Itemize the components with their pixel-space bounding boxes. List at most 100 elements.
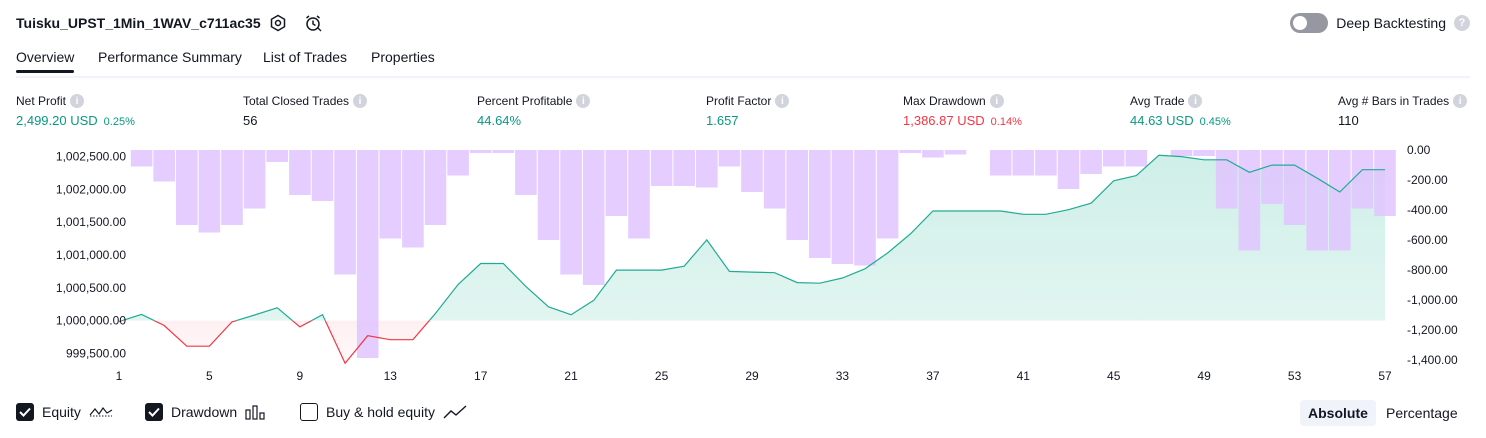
drawdown-bar	[922, 150, 944, 158]
left-axis-tick: 1,001,500.00	[56, 215, 126, 229]
drawdown-bar	[447, 150, 469, 176]
drawdown-bar	[153, 150, 175, 182]
drawdown-bar	[469, 150, 492, 153]
metric-value: 2,499.20 USD	[16, 113, 98, 128]
drawdown-bar	[311, 150, 334, 201]
drawdown-bar	[673, 150, 695, 186]
buy-hold-label: Buy & hold equity	[326, 404, 435, 420]
deep-backtesting-label: Deep Backtesting	[1336, 15, 1446, 31]
metric-total-closed-trades: Total Closed Trades i 56	[243, 94, 368, 128]
bar-chart-icon	[245, 405, 265, 420]
info-icon[interactable]: i	[353, 94, 368, 108]
metric-value: 44.64%	[477, 113, 522, 128]
drawdown-bar	[130, 150, 153, 167]
drawdown-bar	[1283, 150, 1306, 225]
x-axis-tick: 33	[836, 369, 850, 383]
metric-label: Max Drawdown	[903, 94, 986, 108]
right-axis-tick: -1,000.00	[1407, 293, 1458, 307]
metric-avg-bars-in-trades: Avg # Bars in Trades i 110	[1338, 94, 1468, 128]
drawdown-bar	[650, 150, 673, 186]
legend-equity[interactable]: Equity	[16, 403, 113, 421]
x-axis-tick: 41	[1017, 369, 1031, 383]
gear-icon[interactable]	[268, 13, 288, 33]
equity-chart[interactable]: 1,002,500.00 1,002,000.00 1,001,500.00 1,00…	[0, 140, 1486, 395]
x-axis-tick: 13	[384, 369, 398, 383]
tab-properties[interactable]: Properties	[371, 49, 435, 65]
drawdown-bar	[763, 150, 786, 209]
alarm-clock-icon[interactable]	[303, 13, 323, 33]
drawdown-bar	[876, 150, 899, 239]
left-axis-tick: 1,001,000.00	[56, 248, 126, 262]
info-icon[interactable]: i	[1188, 94, 1203, 108]
drawdown-bar	[1374, 150, 1396, 216]
strategy-title: Tuisku_UPST_1Min_1WAV_c711ac35	[16, 15, 261, 31]
drawdown-bar	[786, 150, 808, 240]
drawdown-bar	[402, 150, 424, 248]
drawdown-bar	[515, 150, 537, 195]
metric-profit-factor: Profit Factor i 1.657	[706, 94, 790, 128]
drawdown-bar	[243, 150, 266, 209]
right-axis-tick: -200.00	[1407, 173, 1448, 187]
metric-avg-trade: Avg Trade i 44.63 USD 0.45%	[1130, 94, 1231, 128]
absolute-button[interactable]: Absolute	[1300, 400, 1376, 426]
drawdown-bar	[831, 150, 854, 264]
drawdown-bar	[1012, 150, 1035, 176]
equity-checkbox[interactable]	[16, 403, 34, 421]
metric-percent: 0.45%	[1199, 116, 1231, 128]
drawdown-bar	[809, 150, 831, 258]
top-bar: Tuisku_UPST_1Min_1WAV_c711ac35 Deep Back…	[0, 0, 1486, 46]
deep-backtesting-toggle[interactable]	[1290, 13, 1329, 33]
info-icon[interactable]: i	[989, 94, 1004, 108]
metric-value: 1,386.87 USD	[903, 113, 985, 128]
metric-value: 56	[243, 113, 258, 128]
right-axis-tick: -800.00	[1407, 263, 1448, 277]
metric-label: Percent Profitable	[477, 94, 573, 108]
drawdown-bar	[560, 150, 582, 275]
metric-label: Avg # Bars in Trades	[1338, 94, 1450, 108]
drawdown-bar	[334, 150, 356, 275]
legend-drawdown[interactable]: Drawdown	[145, 403, 267, 421]
trend-line-icon	[443, 405, 467, 419]
right-axis-tick: -400.00	[1407, 203, 1448, 217]
equity-line-icon	[89, 406, 113, 417]
metric-percent: 0.25%	[103, 116, 135, 128]
percentage-button[interactable]: Percentage	[1378, 400, 1466, 426]
tab-bar: Overview Performance Summary List of Tra…	[16, 46, 1470, 78]
metric-value: 44.63 USD	[1130, 113, 1194, 128]
drawdown-bar	[198, 150, 221, 233]
x-axis-tick: 5	[206, 369, 213, 383]
drawdown-bar	[1057, 150, 1080, 189]
legend-buy-hold[interactable]: Buy & hold equity	[300, 403, 467, 421]
info-icon[interactable]: i	[1453, 94, 1468, 108]
right-axis-tick: 0.00	[1407, 143, 1431, 157]
drawdown-bar	[605, 150, 628, 216]
drawdown-bar	[989, 150, 1012, 176]
tab-overview[interactable]: Overview	[16, 49, 74, 65]
x-axis-tick: 25	[655, 369, 669, 383]
drawdown-bar	[944, 150, 967, 155]
buy-hold-checkbox[interactable]	[300, 403, 318, 421]
drawdown-bar	[1215, 150, 1238, 209]
question-icon[interactable]: ?	[1454, 15, 1470, 31]
tab-performance-summary[interactable]: Performance Summary	[98, 49, 242, 65]
drawdown-bar	[356, 150, 379, 358]
info-icon[interactable]: i	[775, 94, 790, 108]
info-icon[interactable]: i	[70, 94, 85, 108]
x-axis-tick: 49	[1197, 369, 1211, 383]
drawdown-bar	[718, 150, 741, 167]
drawdown-bar	[289, 150, 311, 195]
drawdown-bar	[537, 150, 560, 240]
left-axis-tick: 1,000,500.00	[56, 281, 126, 295]
x-axis-tick: 9	[297, 369, 304, 383]
drawdown-bar	[1102, 150, 1125, 167]
drawdown-bar	[176, 150, 198, 225]
metric-label: Avg Trade	[1130, 94, 1185, 108]
drawdown-bar	[582, 150, 605, 285]
metric-net-profit: Net Profit i 2,499.20 USD 0.25%	[16, 94, 135, 128]
info-icon[interactable]: i	[576, 94, 591, 108]
metric-value: 110	[1338, 113, 1359, 128]
tab-list-of-trades[interactable]: List of Trades	[263, 49, 347, 65]
drawdown-checkbox[interactable]	[145, 403, 163, 421]
x-axis-tick: 45	[1107, 369, 1121, 383]
deep-backtesting: Deep Backtesting ?	[1290, 13, 1470, 33]
